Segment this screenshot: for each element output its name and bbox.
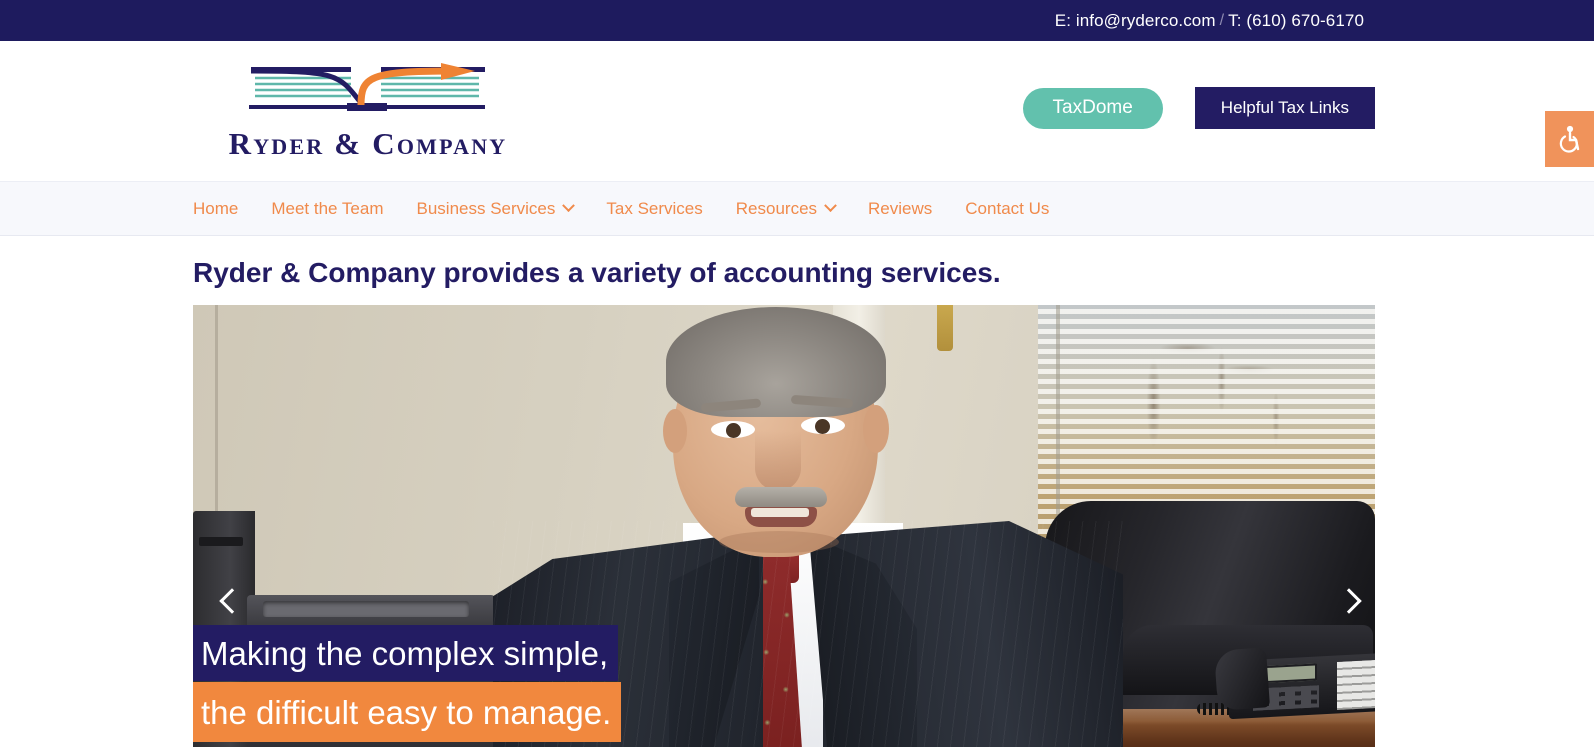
header-action-buttons: TaxDome Helpful Tax Links bbox=[1022, 87, 1375, 129]
nav-label: Reviews bbox=[868, 198, 933, 218]
nav-label: Resources bbox=[735, 198, 818, 218]
contact-email[interactable]: E: info@ryderco.com bbox=[1055, 11, 1216, 31]
page-title: Ryder & Company provides a variety of ac… bbox=[193, 257, 1001, 288]
mustache bbox=[735, 487, 827, 507]
site-logo[interactable]: Ryder & Company bbox=[193, 61, 543, 162]
chevron-right-icon bbox=[1336, 588, 1362, 614]
hero-caption-line-1: Making the complex simple, bbox=[193, 625, 619, 681]
nav-item-contact-us[interactable]: Contact Us bbox=[965, 199, 1049, 219]
nav-item-tax-services[interactable]: Tax Services bbox=[606, 199, 702, 219]
site-header: Ryder & Company TaxDome Helpful Tax Link… bbox=[0, 41, 1594, 181]
hero-slider[interactable]: Making the complex simple, the difficult… bbox=[193, 305, 1375, 747]
chevron-down-icon bbox=[562, 199, 576, 213]
nav-label: Home bbox=[193, 198, 239, 218]
nav-label: Meet the Team bbox=[271, 198, 384, 218]
phone-handset bbox=[1213, 647, 1271, 711]
helpful-tax-links-button[interactable]: Helpful Tax Links bbox=[1194, 87, 1375, 129]
main-navigation: Home Meet the Team Business Services Tax… bbox=[0, 181, 1594, 236]
printer-slot bbox=[199, 537, 243, 546]
nav-label: Contact Us bbox=[965, 198, 1050, 218]
nav-item-reviews[interactable]: Reviews bbox=[868, 199, 932, 219]
taxdome-button[interactable]: TaxDome bbox=[1022, 87, 1163, 129]
main-content: Ryder & Company provides a variety of ac… bbox=[0, 257, 1594, 747]
chevron-down-icon bbox=[824, 199, 837, 213]
contact-separator: / bbox=[1219, 11, 1225, 29]
hero-caption-line-2: the difficult easy to manage. bbox=[193, 682, 622, 742]
open-book-with-arrow-icon bbox=[249, 62, 485, 111]
accessibility-widget-button[interactable] bbox=[1545, 111, 1594, 167]
wheelchair-accessibility-icon bbox=[1559, 125, 1579, 153]
chevron-left-icon bbox=[219, 588, 245, 614]
top-contact-bar: E: info@ryderco.com / T: (610) 670-6170 bbox=[0, 0, 1594, 41]
copier-paper-tray bbox=[263, 601, 469, 617]
nav-item-home[interactable]: Home bbox=[193, 199, 238, 219]
hair bbox=[666, 307, 886, 417]
logo-wordmark: Ryder & Company bbox=[228, 125, 508, 161]
slider-prev-button[interactable] bbox=[215, 586, 249, 620]
contact-phone[interactable]: T: (610) 670-6170 bbox=[1228, 11, 1364, 31]
slider-next-button[interactable] bbox=[1332, 586, 1366, 620]
nav-label: Business Services bbox=[416, 198, 556, 218]
nav-item-meet-the-team[interactable]: Meet the Team bbox=[271, 199, 383, 219]
nav-label: Tax Services bbox=[606, 198, 703, 218]
nav-item-resources[interactable]: Resources bbox=[735, 198, 837, 219]
phone-speed-dial-labels bbox=[1337, 659, 1375, 711]
nav-item-business-services[interactable]: Business Services bbox=[416, 198, 576, 219]
